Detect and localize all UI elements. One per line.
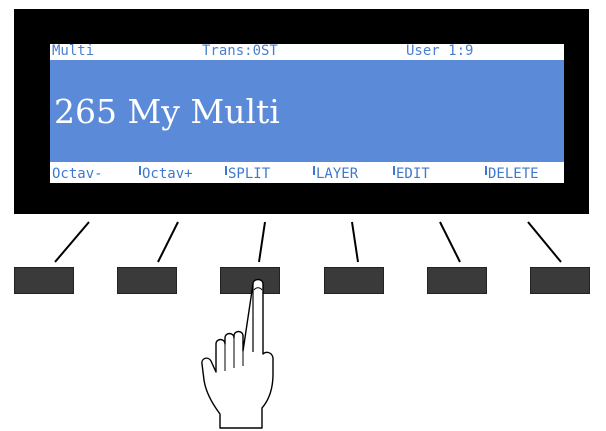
soft-button-leader-lines (54, 221, 562, 263)
leader-line-6 (527, 221, 562, 263)
soft-button-edit[interactable] (427, 267, 487, 294)
leader-line-1 (54, 221, 90, 263)
soft-button-layer[interactable] (324, 267, 384, 294)
soft-button-octav-plus[interactable] (117, 267, 177, 294)
leader-line-2 (157, 221, 179, 263)
soft-button-delete[interactable] (530, 267, 590, 294)
leader-line-4 (351, 221, 359, 263)
leader-line-3 (258, 221, 266, 263)
pointing-hand-icon (201, 278, 274, 429)
soft-button-octav-minus[interactable] (14, 267, 74, 294)
leader-line-5 (439, 221, 461, 263)
